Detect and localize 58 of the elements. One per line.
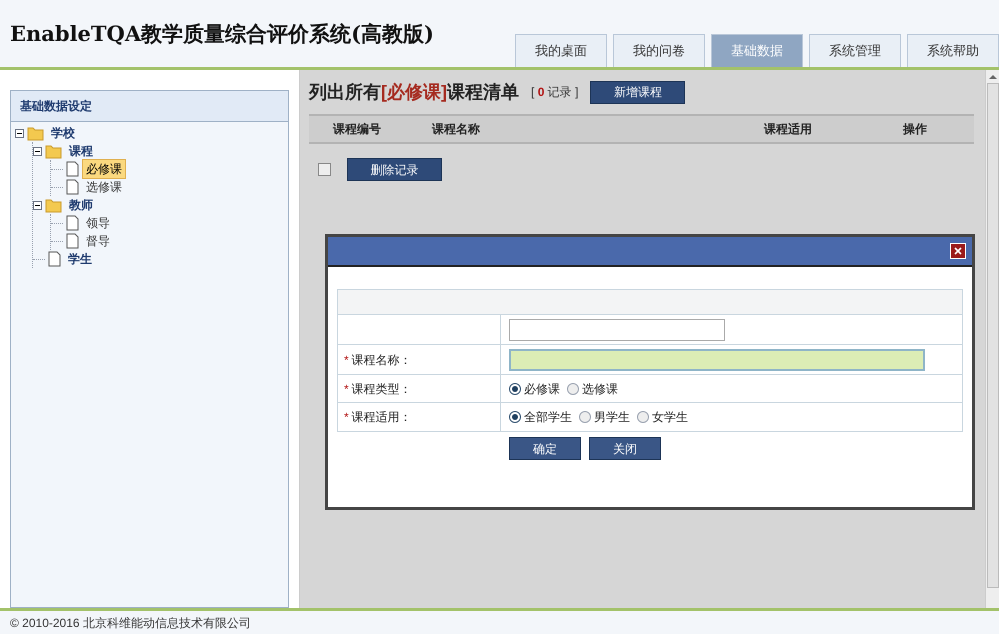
- tree-item[interactable]: 必修课: [82, 159, 126, 179]
- folder-icon: [45, 143, 62, 159]
- column-header: 课程适用: [764, 121, 813, 138]
- page-heading: 列出所有[必修课]课程清单: [309, 80, 519, 104]
- app-title: EnableTQA教学质量综合评价系统(高教版): [9, 20, 434, 48]
- radio-label: 必修课: [524, 380, 560, 398]
- radio-button[interactable]: [509, 411, 521, 423]
- radio-label: 全部学生: [524, 409, 572, 426]
- panel-title: 基础数据设定: [11, 91, 288, 122]
- required-mark: *: [344, 409, 349, 426]
- document-icon: [66, 161, 79, 177]
- field-label: 课程类型：: [352, 380, 412, 398]
- nav-tab[interactable]: 我的问卷: [613, 34, 705, 67]
- collapse-icon[interactable]: [33, 146, 42, 156]
- field-label: 课程适用：: [352, 409, 412, 426]
- input-field[interactable]: [509, 318, 725, 340]
- nav-tab[interactable]: 系统管理: [809, 34, 901, 67]
- radio-button[interactable]: [567, 382, 579, 394]
- collapse-icon[interactable]: [33, 200, 42, 210]
- document-icon: [66, 179, 79, 195]
- tree-item[interactable]: 学校: [47, 123, 79, 143]
- document-icon: [48, 251, 61, 267]
- tree-item[interactable]: 教师: [65, 195, 97, 215]
- dialog-button[interactable]: 确定: [509, 437, 581, 460]
- close-icon[interactable]: [950, 243, 966, 259]
- scrollbar[interactable]: [985, 70, 999, 608]
- add-course-button[interactable]: 新增课程: [590, 80, 686, 104]
- record-count: [ 0 记录 ]: [531, 84, 578, 101]
- column-header: 课程名称: [432, 121, 481, 138]
- checkbox[interactable]: [318, 163, 331, 176]
- input-field[interactable]: [509, 348, 925, 370]
- column-header: 操作: [903, 121, 927, 138]
- radio-button[interactable]: [509, 382, 521, 394]
- up-arrow-icon[interactable]: [988, 74, 996, 80]
- nav-tab[interactable]: 系统帮助: [907, 34, 999, 67]
- required-mark: *: [344, 380, 349, 398]
- radio-label: 男学生: [594, 409, 630, 426]
- tree-item[interactable]: 选修课: [82, 177, 126, 197]
- tree-item[interactable]: 课程: [65, 141, 97, 161]
- field-label: 课程名称：: [352, 352, 412, 368]
- document-icon: [66, 215, 79, 231]
- delete-button[interactable]: 删除记录: [347, 158, 442, 181]
- folder-icon: [45, 197, 62, 213]
- document-icon: [66, 233, 79, 249]
- dialog-button[interactable]: 关闭: [589, 437, 661, 460]
- required-mark: *: [344, 352, 349, 368]
- tree-item[interactable]: 领导: [82, 213, 114, 233]
- tree-item[interactable]: 学生: [64, 249, 96, 269]
- folder-icon: [27, 125, 44, 141]
- copyright-text: © 2010-2016 北京科维能动信息技术有限公司: [10, 614, 251, 632]
- radio-button[interactable]: [579, 411, 591, 423]
- nav-tab[interactable]: 我的桌面: [515, 34, 607, 67]
- tree-item[interactable]: 督导: [82, 231, 114, 251]
- radio-label: 选修课: [582, 380, 618, 398]
- radio-button[interactable]: [637, 411, 649, 423]
- column-header: 课程编号: [333, 121, 382, 138]
- collapse-icon[interactable]: [15, 128, 24, 138]
- radio-label: 女学生: [652, 409, 688, 426]
